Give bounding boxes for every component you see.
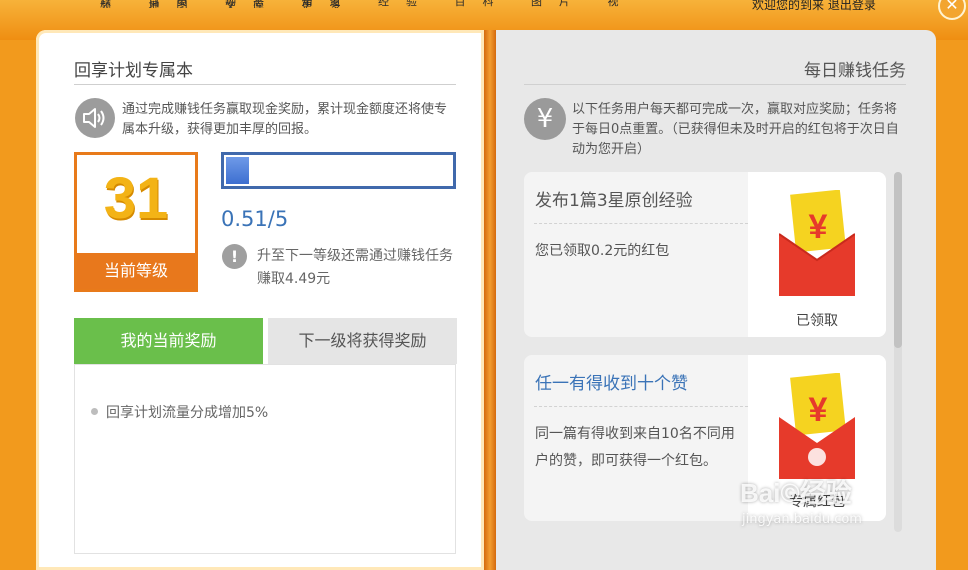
level-badge: 31 当前等级 [74, 152, 198, 292]
scrollbar-thumb[interactable] [894, 172, 902, 348]
divider [534, 406, 748, 407]
task-title[interactable]: 任一有得收到十个赞 [535, 369, 688, 394]
progress-fill [226, 157, 249, 184]
svg-text:¥: ¥ [809, 391, 828, 429]
red-envelope-icon: ¥ [779, 190, 855, 296]
task-status: 已领取 [796, 313, 838, 329]
upgrade-note: 升至下一等级还需通过赚钱任务赚取4.49元 [257, 248, 453, 287]
left-page-title: 回享计划专属本 [74, 61, 193, 81]
divider [74, 84, 456, 85]
svg-text:¥: ¥ [809, 208, 828, 246]
book-spine [484, 30, 496, 570]
divider [524, 84, 906, 85]
level-number: 31 [103, 166, 169, 231]
progress-value: 0.51/5 [221, 207, 289, 231]
red-envelope-icon: ¥ [779, 373, 855, 479]
info-icon: ! [222, 244, 247, 269]
task-description: 您已领取0.2元的红包 [535, 243, 670, 259]
task-rules-text: 以下任务用户每天都可完成一次，赢取对应奖励；任务将于每日0点重置。（已获得但未及… [572, 102, 899, 157]
watermark-logo: Bai©经验 [740, 478, 852, 508]
account-links[interactable]: 欢迎您的到来 退出登录 [752, 0, 876, 13]
right-page-title: 每日赚钱任务 [804, 61, 906, 81]
divider [534, 223, 748, 224]
speaker-icon [75, 98, 115, 138]
tab-current-rewards[interactable]: 我的当前奖励 [74, 318, 263, 364]
site-nav-strip[interactable]: 以 首页 动态 知道 经验 百科 图片 视频 地图 文库 更多 [100, 0, 660, 8]
reward-panel [74, 364, 456, 554]
reward-item: 回享计划流量分成增加5% [106, 405, 269, 421]
task-card: 发布1篇3星原创经验 您已领取0.2元的红包 ¥ 已领取 [524, 172, 886, 337]
yen-icon: ¥ [524, 98, 566, 140]
intro-text: 通过完成赚钱任务赢取现金奖励，累计现金额度还将使专属本升级，获得更加丰厚的回报。 [122, 102, 448, 137]
tab-next-level-rewards[interactable]: 下一级将获得奖励 [268, 318, 457, 364]
level-label: 当前等级 [77, 253, 195, 289]
task-description: 同一篇有得收到来自10名不同用户的赞，即可获得一个红包。 [535, 426, 735, 469]
task-reward: ¥ 已领取 [748, 172, 886, 337]
progress-bar [221, 152, 456, 189]
task-title[interactable]: 发布1篇3星原创经验 [535, 186, 693, 211]
bullet-icon [91, 408, 98, 415]
watermark-url: jingyan.baidu.com [742, 512, 862, 527]
